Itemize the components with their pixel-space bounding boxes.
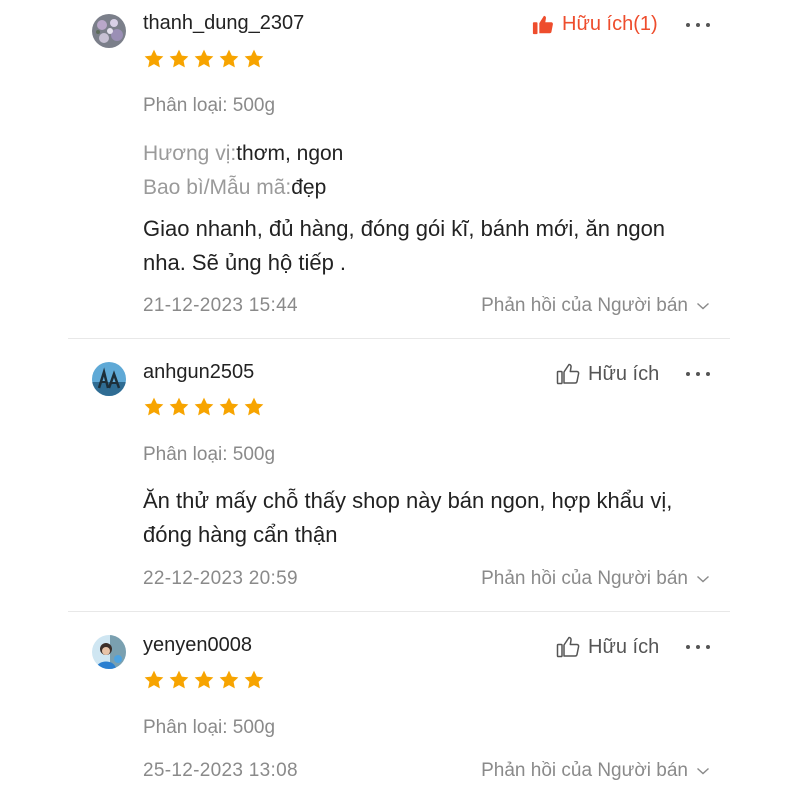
review-date: 22-12-2023 20:59 — [143, 568, 298, 589]
star-icon — [169, 49, 189, 68]
star-icon — [219, 670, 239, 689]
user-avatar[interactable] — [92, 362, 126, 396]
seller-reply-label: Phản hồi của Người bán — [481, 295, 688, 316]
chevron-down-icon — [697, 302, 709, 310]
review-divider — [68, 338, 730, 339]
helpful-label: Hữu ích — [588, 635, 660, 658]
packaging-value: đẹp — [291, 176, 327, 199]
chevron-down-icon — [697, 767, 709, 775]
product-variation: Phân loại: 500g — [143, 95, 276, 116]
seller-reply-toggle[interactable]: Phản hồi của Người bán — [481, 568, 710, 590]
helpful-button[interactable]: Hữu ích — [556, 635, 659, 659]
helpful-label: Hữu ích(1) — [562, 13, 658, 35]
thumbs-up-filled-icon — [532, 15, 553, 34]
star-icon — [169, 670, 189, 689]
star-icon — [194, 670, 214, 689]
flavor-key: Hương vị: — [143, 142, 237, 165]
star-icon — [144, 49, 164, 68]
reviewer-username: yenyen0008 — [143, 634, 252, 656]
star-rating — [143, 396, 268, 418]
flavor-attribute: Hương vị:thơm, ngon — [143, 142, 343, 166]
review-comment: Ăn thử mấy chỗ thấy shop này bán ngon, h… — [143, 488, 673, 547]
product-variation: Phân loại: 500g — [143, 444, 276, 465]
star-icon — [169, 397, 189, 416]
more-options-icon[interactable] — [686, 15, 710, 35]
packaging-key: Bao bì/Mẫu mã: — [143, 176, 292, 199]
more-options-icon[interactable] — [686, 364, 710, 384]
star-rating — [143, 48, 268, 70]
star-rating — [143, 669, 268, 691]
thumbs-up-icon — [556, 636, 580, 658]
star-icon — [194, 49, 214, 68]
helpful-button[interactable]: Hữu ích — [556, 362, 659, 386]
reviewer-username: anhgun2505 — [143, 361, 255, 383]
helpful-button[interactable]: Hữu ích(1) — [532, 13, 658, 36]
seller-reply-toggle[interactable]: Phản hồi của Người bán — [481, 295, 710, 317]
star-icon — [144, 670, 164, 689]
user-avatar[interactable] — [92, 635, 126, 669]
thumbs-up-icon — [556, 363, 580, 385]
star-icon — [194, 397, 214, 416]
star-icon — [244, 397, 264, 416]
star-icon — [219, 49, 239, 68]
helpful-label: Hữu ích — [588, 362, 660, 385]
review-date: 25-12-2023 13:08 — [143, 760, 298, 781]
review-comment: Giao nhanh, đủ hàng, đóng gói kĩ, bánh m… — [143, 216, 666, 275]
packaging-attribute: Bao bì/Mẫu mã:đẹp — [143, 176, 326, 200]
review-date: 21-12-2023 15:44 — [143, 295, 298, 316]
flavor-value: thơm, ngon — [236, 142, 344, 165]
seller-reply-label: Phản hồi của Người bán — [481, 568, 688, 589]
review-divider — [68, 611, 730, 612]
star-icon — [219, 397, 239, 416]
product-variation: Phân loại: 500g — [143, 717, 276, 738]
user-avatar[interactable] — [92, 14, 126, 48]
star-icon — [144, 397, 164, 416]
star-icon — [244, 670, 264, 689]
seller-reply-toggle[interactable]: Phản hồi của Người bán — [481, 760, 710, 782]
more-options-icon[interactable] — [686, 637, 710, 657]
seller-reply-label: Phản hồi của Người bán — [481, 760, 688, 781]
chevron-down-icon — [697, 575, 709, 583]
star-icon — [244, 49, 264, 68]
reviewer-username: thanh_dung_2307 — [143, 12, 305, 34]
